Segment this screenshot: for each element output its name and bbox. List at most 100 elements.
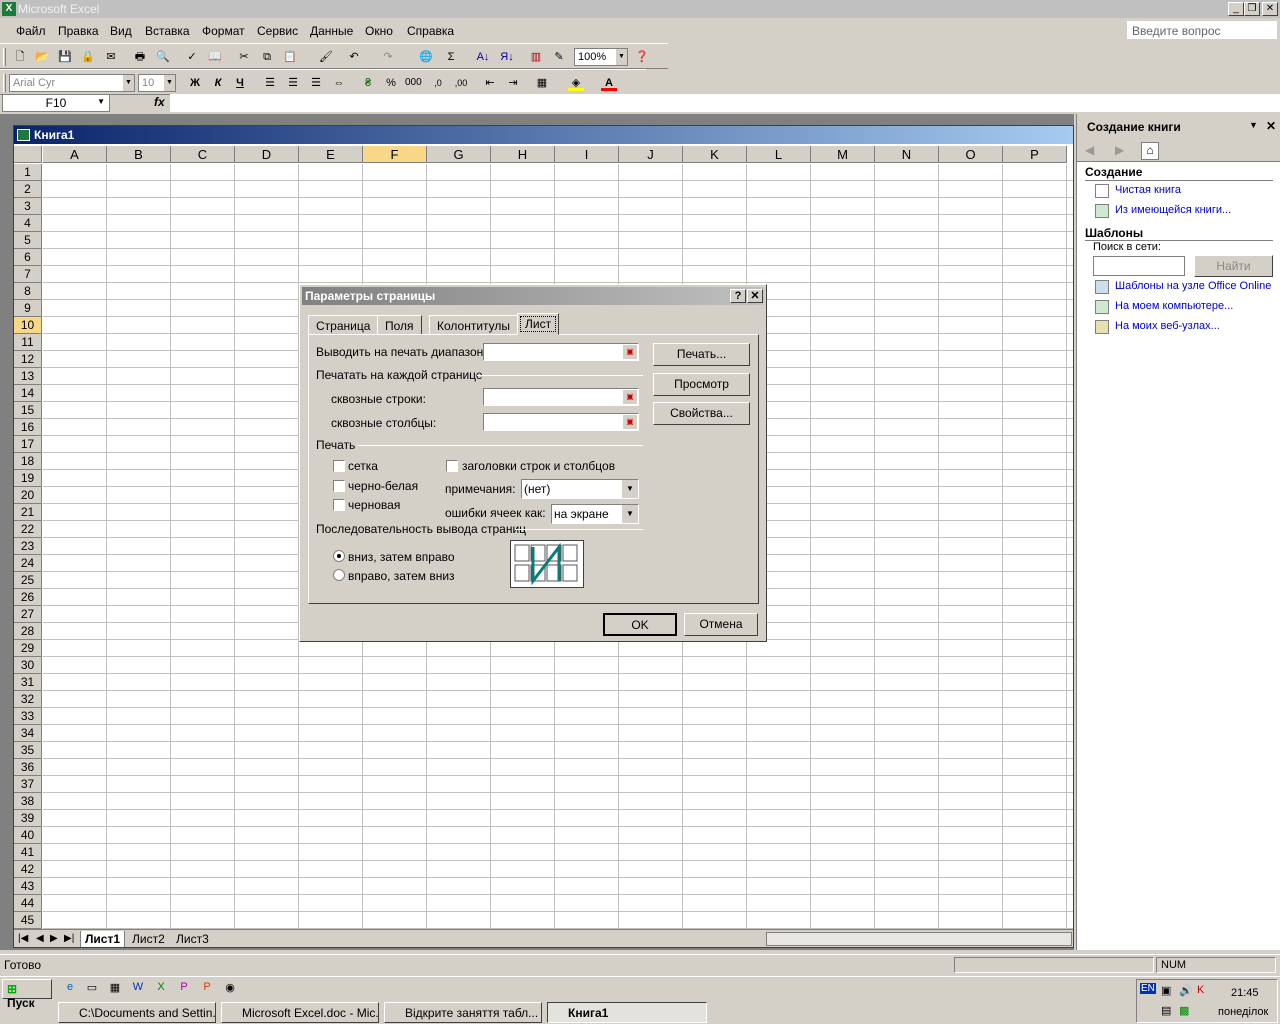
link-from-existing[interactable]: Из имеющейся книги...	[1115, 204, 1231, 216]
select-all-button[interactable]	[14, 146, 42, 163]
task-word-doc[interactable]: Microsoft Excel.doc - Mic...	[221, 1002, 379, 1023]
research-icon[interactable]: 📖	[207, 49, 223, 65]
menu-view[interactable]: Вид	[110, 24, 132, 38]
print-area-input[interactable]: ▣	[483, 343, 639, 361]
tab-page[interactable]: Страница	[308, 315, 379, 335]
undo-icon[interactable]: ↶	[346, 49, 362, 65]
menu-help[interactable]: Справка	[407, 24, 454, 38]
column-header[interactable]: A	[43, 146, 107, 163]
borders-icon[interactable]: ▦	[534, 75, 550, 91]
column-header[interactable]: J	[619, 146, 683, 163]
row-header[interactable]: 19	[14, 470, 42, 487]
row-header[interactable]: 5	[14, 232, 42, 249]
row-header[interactable]: 34	[14, 725, 42, 742]
hyperlink-icon[interactable]: 🌐	[418, 49, 434, 65]
over-then-down-radio[interactable]	[333, 569, 345, 581]
formula-input[interactable]	[170, 94, 1280, 112]
row-header[interactable]: 28	[14, 623, 42, 640]
sort-desc-icon[interactable]: Я↓	[499, 49, 515, 65]
prev-sheet-icon[interactable]: ◀	[36, 933, 44, 944]
help-button[interactable]: ?	[730, 289, 746, 303]
row-header[interactable]: 4	[14, 215, 42, 232]
row-header[interactable]: 25	[14, 572, 42, 589]
word-icon[interactable]: W	[130, 981, 146, 997]
increase-indent-icon[interactable]: ⇥	[505, 75, 521, 91]
column-header[interactable]: I	[555, 146, 619, 163]
column-header[interactable]: O	[939, 146, 1003, 163]
clock-time[interactable]: 21:45	[1231, 987, 1259, 999]
template-search-input[interactable]	[1093, 256, 1185, 276]
ok-button[interactable]: OK	[603, 613, 677, 636]
horizontal-scrollbar[interactable]	[766, 932, 1072, 946]
row-header[interactable]: 36	[14, 759, 42, 776]
link-my-websites[interactable]: На моих веб-узлах...	[1115, 320, 1220, 332]
thousands-button[interactable]: 000	[405, 75, 422, 91]
task-explorer[interactable]: C:\Documents and Settin...	[58, 1002, 216, 1023]
underline-button[interactable]: Ч	[232, 75, 248, 91]
row-header[interactable]: 23	[14, 538, 42, 555]
properties-button[interactable]: Свойства...	[653, 402, 750, 425]
italic-button[interactable]: К	[210, 75, 226, 91]
row-header[interactable]: 33	[14, 708, 42, 725]
search-button[interactable]: Найти	[1194, 255, 1273, 277]
column-header[interactable]: N	[875, 146, 939, 163]
calculator-icon[interactable]: ▦	[107, 981, 123, 997]
tab-header-footer[interactable]: Колонтитулы	[429, 315, 519, 335]
errors-select[interactable]: на экране ▼	[551, 504, 639, 524]
link-blank-workbook[interactable]: Чистая книга	[1115, 184, 1181, 196]
row-header[interactable]: 7	[14, 266, 42, 283]
row-header[interactable]: 35	[14, 742, 42, 759]
tab-sheet[interactable]: Лист	[517, 313, 560, 335]
row-header[interactable]: 27	[14, 606, 42, 623]
desktop-icon[interactable]: ▭	[84, 981, 100, 997]
row-header[interactable]: 41	[14, 844, 42, 861]
row-header[interactable]: 43	[14, 878, 42, 895]
sort-asc-icon[interactable]: A↓	[475, 49, 491, 65]
drawing-icon[interactable]: ✎	[551, 49, 567, 65]
row-header[interactable]: 20	[14, 487, 42, 504]
row-header[interactable]: 12	[14, 351, 42, 368]
close-button[interactable]: ✕	[1262, 2, 1278, 16]
network-icon[interactable]: ▣	[1161, 984, 1171, 997]
headings-checkbox[interactable]	[446, 460, 458, 472]
menu-edit[interactable]: Правка	[58, 24, 99, 38]
collapse-dialog-icon[interactable]: ▣	[623, 415, 637, 429]
rows-repeat-input[interactable]: ▣	[483, 388, 639, 406]
row-header[interactable]: 37	[14, 776, 42, 793]
start-button[interactable]: ⊞ Пуск	[2, 979, 52, 1010]
minimize-button[interactable]: _	[1228, 2, 1244, 16]
permission-icon[interactable]: 🔒	[80, 49, 96, 65]
open-icon[interactable]: 📂	[34, 49, 50, 65]
font-size-select[interactable]: 10 ▼	[138, 74, 176, 92]
align-center-icon[interactable]: ☰	[285, 75, 301, 91]
currency-icon[interactable]: ₴	[360, 75, 376, 91]
decrease-decimal-icon[interactable]: ,00	[453, 75, 469, 91]
forward-icon[interactable]: ▶	[1115, 143, 1124, 157]
column-header[interactable]: G	[427, 146, 491, 163]
comments-select[interactable]: (нет) ▼	[521, 479, 639, 499]
copy-icon[interactable]: ⧉	[259, 49, 275, 65]
row-header[interactable]: 14	[14, 385, 42, 402]
link-my-computer[interactable]: На моем компьютере...	[1115, 300, 1233, 312]
row-header[interactable]: 21	[14, 504, 42, 521]
toolbar-grip[interactable]	[3, 74, 6, 92]
menu-format[interactable]: Формат	[202, 24, 245, 38]
merge-center-icon[interactable]: ⇔	[331, 75, 347, 91]
preview-button[interactable]: Просмотр	[653, 373, 750, 396]
row-header[interactable]: 1	[14, 164, 42, 181]
last-sheet-icon[interactable]: ▶|	[64, 933, 74, 944]
row-header[interactable]: 31	[14, 674, 42, 691]
publisher-icon[interactable]: P	[176, 981, 192, 997]
media-icon[interactable]: ◉	[222, 981, 238, 997]
row-header[interactable]: 16	[14, 419, 42, 436]
row-header[interactable]: 6	[14, 249, 42, 266]
row-header[interactable]: 39	[14, 810, 42, 827]
redo-icon[interactable]: ↷	[380, 49, 396, 65]
gridlines-checkbox[interactable]	[333, 460, 345, 472]
increase-decimal-icon[interactable]: ,0	[430, 75, 446, 91]
paste-icon[interactable]: 📋	[282, 49, 298, 65]
menu-insert[interactable]: Вставка	[145, 24, 190, 38]
menu-window[interactable]: Окно	[365, 24, 393, 38]
help-icon[interactable]: ❓	[634, 49, 650, 65]
row-header[interactable]: 18	[14, 453, 42, 470]
